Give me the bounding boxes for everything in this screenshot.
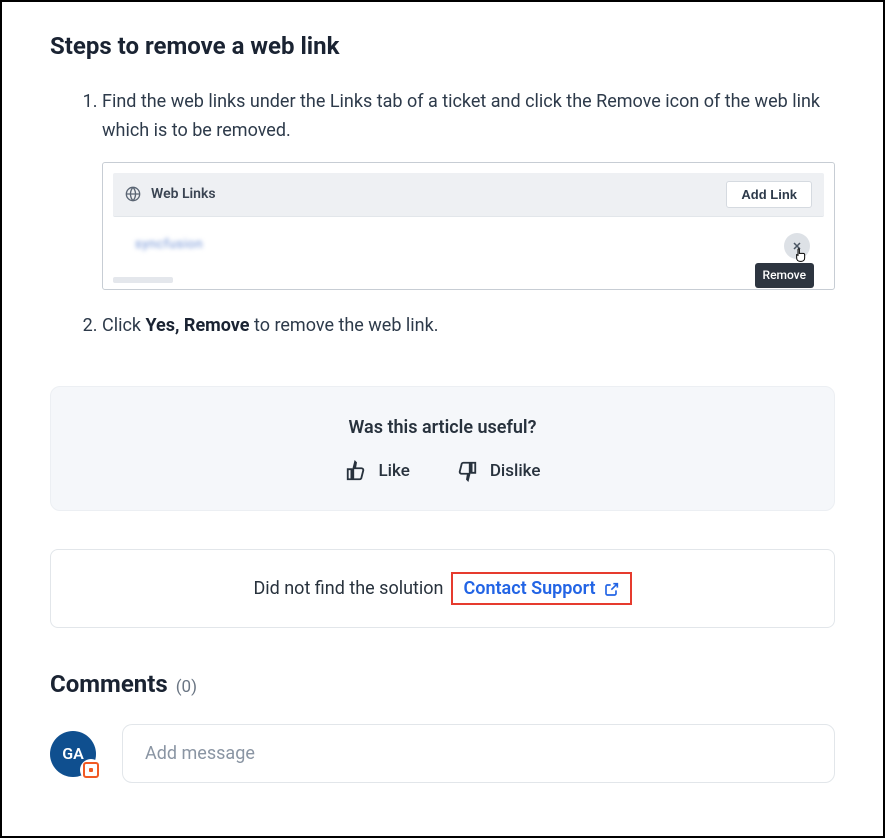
step-2: Click Yes, Remove to remove the web link… <box>102 312 835 341</box>
screenshot-header: Web Links Add Link <box>113 173 824 217</box>
dislike-label: Dislike <box>490 461 541 481</box>
screenshot-panel: Web Links Add Link syncfusion <box>102 162 835 290</box>
screenshot-section-title: Web Links <box>151 183 216 205</box>
dislike-button[interactable]: Dislike <box>456 460 541 482</box>
remove-icon-area: Remove <box>784 233 810 259</box>
feedback-actions: Like Dislike <box>71 460 814 482</box>
comments-heading: Comments (0) <box>50 670 835 698</box>
external-link-icon <box>604 581 620 597</box>
page-title: Steps to remove a web link <box>50 32 835 60</box>
feedback-panel: Was this article useful? Like Dislike <box>50 386 835 511</box>
thumbs-up-icon <box>345 460 367 482</box>
like-label: Like <box>379 461 410 481</box>
remove-tooltip: Remove <box>755 263 814 288</box>
comment-input-row: GA Add message <box>50 724 835 783</box>
avatar-wrap: GA <box>50 731 96 777</box>
step-1-text: Find the web links under the Links tab o… <box>102 91 820 141</box>
step-1: Find the web links under the Links tab o… <box>102 88 835 290</box>
comments-title: Comments <box>50 670 168 698</box>
support-prefix: Did not find the solution <box>253 578 443 599</box>
screenshot-header-left: Web Links <box>125 183 216 205</box>
globe-icon <box>125 186 141 202</box>
comments-count: (0) <box>176 677 197 697</box>
contact-support-link[interactable]: Contact Support <box>451 572 631 605</box>
scrollbar-indicator <box>113 277 173 283</box>
screenshot-link-row: syncfusion Remove <box>113 223 824 271</box>
like-button[interactable]: Like <box>345 460 410 482</box>
avatar-badge <box>80 759 102 781</box>
steps-list: Find the web links under the Links tab o… <box>50 88 835 340</box>
step-2-pre: Click <box>102 315 145 336</box>
support-panel: Did not find the solution Contact Suppor… <box>50 549 835 628</box>
avatar-badge-icon <box>83 762 99 778</box>
step-2-strong: Yes, Remove <box>145 315 249 336</box>
contact-support-label: Contact Support <box>463 578 595 599</box>
blurred-link-text: syncfusion <box>135 235 203 256</box>
message-input[interactable]: Add message <box>122 724 835 783</box>
feedback-question: Was this article useful? <box>71 417 814 438</box>
step-2-post: to remove the web link. <box>250 315 439 336</box>
thumbs-down-icon <box>456 460 478 482</box>
add-link-button[interactable]: Add Link <box>726 181 812 208</box>
